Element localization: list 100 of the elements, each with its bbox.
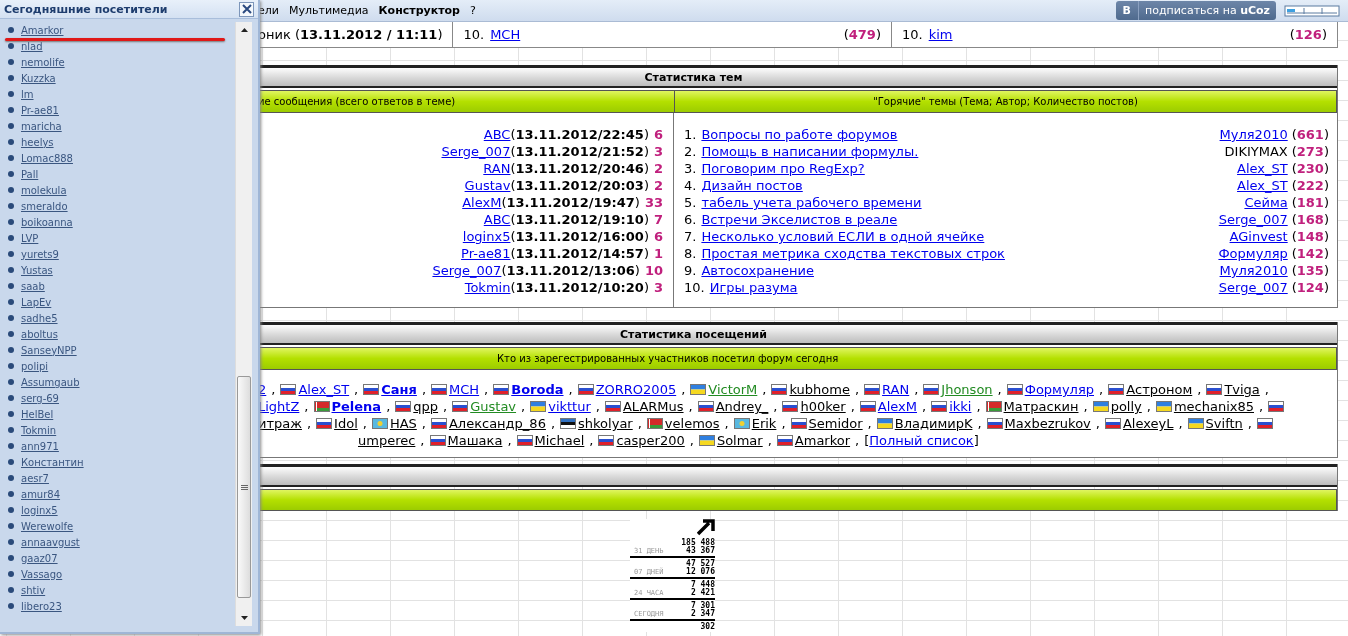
user-link[interactable]: Александр_86 bbox=[430, 416, 546, 431]
user-link[interactable]: Amarkor bbox=[776, 433, 851, 448]
user-link[interactable]: Semidor bbox=[790, 416, 863, 431]
user-link[interactable]: ALARMus bbox=[604, 399, 684, 414]
author-link[interactable]: ABC bbox=[483, 127, 511, 142]
menu-item[interactable]: Мультимедиа bbox=[288, 4, 369, 17]
user-link[interactable]: umperec bbox=[358, 433, 416, 448]
user-link[interactable]: Pr-ae81 bbox=[21, 104, 59, 116]
user-link[interactable]: Vassago bbox=[21, 568, 63, 580]
user-link[interactable]: aesr7 bbox=[21, 472, 49, 484]
user-link[interactable]: Boroda bbox=[493, 382, 564, 397]
topic-link[interactable]: Игры разума bbox=[709, 280, 798, 295]
user-link[interactable]: VictorM bbox=[690, 382, 758, 397]
author-link[interactable]: Tokmin bbox=[464, 280, 511, 295]
user-link[interactable]: MCH bbox=[431, 382, 480, 397]
user-link[interactable]: sadhe5 bbox=[21, 312, 58, 324]
topic-link[interactable]: Простая метрика сходства текстовых строк bbox=[701, 246, 1005, 261]
topic-link[interactable]: табель учета рабочего времени bbox=[701, 195, 922, 210]
author-link[interactable]: Формуляр bbox=[1218, 246, 1288, 261]
user-link[interactable]: SanseyNPP bbox=[21, 344, 77, 356]
topic-link[interactable]: Вопросы по работе форумов bbox=[701, 127, 898, 142]
user-link[interactable]: amur84 bbox=[21, 488, 61, 500]
user-link[interactable]: heelys bbox=[21, 136, 54, 148]
user-link[interactable]: shkolyar bbox=[560, 416, 633, 431]
topic-link[interactable]: Помощь в написании формулы. bbox=[701, 144, 919, 159]
user-link[interactable]: Tviga bbox=[1206, 382, 1260, 397]
user-link[interactable]: libero23 bbox=[21, 600, 62, 612]
user-link[interactable]: Машака bbox=[429, 433, 503, 448]
user-link[interactable]: Pelena bbox=[313, 399, 382, 414]
user-link[interactable]: Lomac888 bbox=[21, 152, 73, 164]
user-link[interactable]: aboltus bbox=[21, 328, 58, 340]
user-link[interactable]: shtiv bbox=[21, 584, 46, 596]
author-link[interactable]: Муля2010 bbox=[1219, 263, 1288, 278]
user-link[interactable]: maricha bbox=[21, 120, 62, 132]
scrollbar[interactable] bbox=[235, 22, 252, 626]
topic-link[interactable]: Несколько условий ЕСЛИ в одной ячейке bbox=[701, 229, 985, 244]
user-link[interactable]: Solmar bbox=[698, 433, 763, 448]
author-link[interactable]: Alex_ST bbox=[1237, 178, 1288, 193]
user-link[interactable]: saab bbox=[21, 280, 45, 292]
scrollbar-thumb[interactable] bbox=[237, 376, 251, 598]
author-link[interactable]: Муля2010 bbox=[1219, 127, 1288, 142]
user-link[interactable]: Andrey_ bbox=[697, 399, 769, 414]
user-link[interactable]: mechanix85 bbox=[1155, 399, 1254, 414]
user-link[interactable]: qpp bbox=[395, 399, 439, 414]
user-link[interactable]: Maxbezrukov bbox=[986, 416, 1091, 431]
user-link[interactable]: Erik bbox=[733, 416, 777, 431]
close-button[interactable] bbox=[239, 1, 254, 17]
user-link[interactable]: Alex_ST bbox=[280, 382, 350, 397]
user-link[interactable]: Pall bbox=[21, 168, 39, 180]
user-link[interactable]: LapEv bbox=[21, 296, 52, 308]
menu-item[interactable]: ? bbox=[469, 4, 476, 17]
topic-link[interactable]: Дизайн постов bbox=[701, 178, 803, 193]
user-link[interactable]: Астроном bbox=[1108, 382, 1193, 397]
user-link[interactable]: Kuzzka bbox=[21, 72, 56, 84]
user-link[interactable]: ZORRO2005 bbox=[577, 382, 677, 397]
user-link[interactable]: nemolife bbox=[21, 56, 65, 68]
user-link[interactable]: LVP bbox=[21, 232, 39, 244]
user-link[interactable]: h00ker bbox=[782, 399, 846, 414]
author-link[interactable]: Serge_007 bbox=[432, 263, 502, 278]
author-link[interactable]: AGinvest bbox=[1229, 229, 1288, 244]
author-link[interactable]: loginx5 bbox=[462, 229, 511, 244]
user-link[interactable]: Саня bbox=[363, 382, 417, 397]
user-link[interactable]: polipi bbox=[21, 360, 49, 372]
author-link[interactable]: Alex_ST bbox=[1237, 161, 1288, 176]
user-link[interactable]: casper200 bbox=[598, 433, 685, 448]
user-link[interactable]: ikki bbox=[931, 399, 972, 414]
user-link[interactable]: annaavgust bbox=[21, 536, 80, 548]
user-link[interactable]: loginx5 bbox=[21, 504, 58, 516]
user-link[interactable]: Константин bbox=[21, 456, 84, 468]
user-link[interactable]: MCH bbox=[490, 27, 521, 42]
user-link[interactable]: HAS bbox=[371, 416, 417, 431]
author-link[interactable]: ABC bbox=[483, 212, 511, 227]
author-link[interactable]: AlexM bbox=[462, 195, 502, 210]
user-link[interactable]: ann971 bbox=[21, 440, 59, 452]
user-link[interactable]: RAN bbox=[864, 382, 910, 397]
user-link[interactable]: lm bbox=[21, 88, 34, 100]
user-link[interactable]: polly bbox=[1092, 399, 1142, 414]
user-link[interactable]: boikoanna bbox=[21, 216, 73, 228]
user-link[interactable]: smeraldo bbox=[21, 200, 68, 212]
user-link[interactable]: kim bbox=[928, 27, 953, 42]
user-link[interactable]: Idol bbox=[316, 416, 358, 431]
author-link[interactable]: Serge_007 bbox=[441, 144, 511, 159]
menu-item[interactable]: Конструктор bbox=[378, 4, 460, 17]
user-link[interactable]: ВладимирK bbox=[876, 416, 973, 431]
author-link[interactable]: Pr-ae81 bbox=[461, 246, 511, 261]
author-link[interactable]: RAN bbox=[483, 161, 511, 176]
user-link[interactable]: kubhome bbox=[771, 382, 850, 397]
user-link[interactable]: velemos bbox=[646, 416, 720, 431]
user-link[interactable]: HelBel bbox=[21, 408, 54, 420]
user-link[interactable]: Amarkor bbox=[21, 24, 64, 36]
user-link[interactable]: molekula bbox=[21, 184, 67, 196]
author-link[interactable]: Gustav bbox=[464, 178, 511, 193]
user-link[interactable]: Gustav bbox=[452, 399, 517, 414]
user-link[interactable]: Yustas bbox=[21, 264, 53, 276]
user-link[interactable]: Tokmin bbox=[21, 424, 57, 436]
full-list-link[interactable]: Полный список bbox=[869, 433, 974, 448]
user-link[interactable]: AlexM bbox=[859, 399, 917, 414]
user-link[interactable]: Матраскин bbox=[985, 399, 1079, 414]
topic-link[interactable]: Поговорим про RegExp? bbox=[701, 161, 865, 176]
user-link[interactable]: vikttur bbox=[530, 399, 591, 414]
